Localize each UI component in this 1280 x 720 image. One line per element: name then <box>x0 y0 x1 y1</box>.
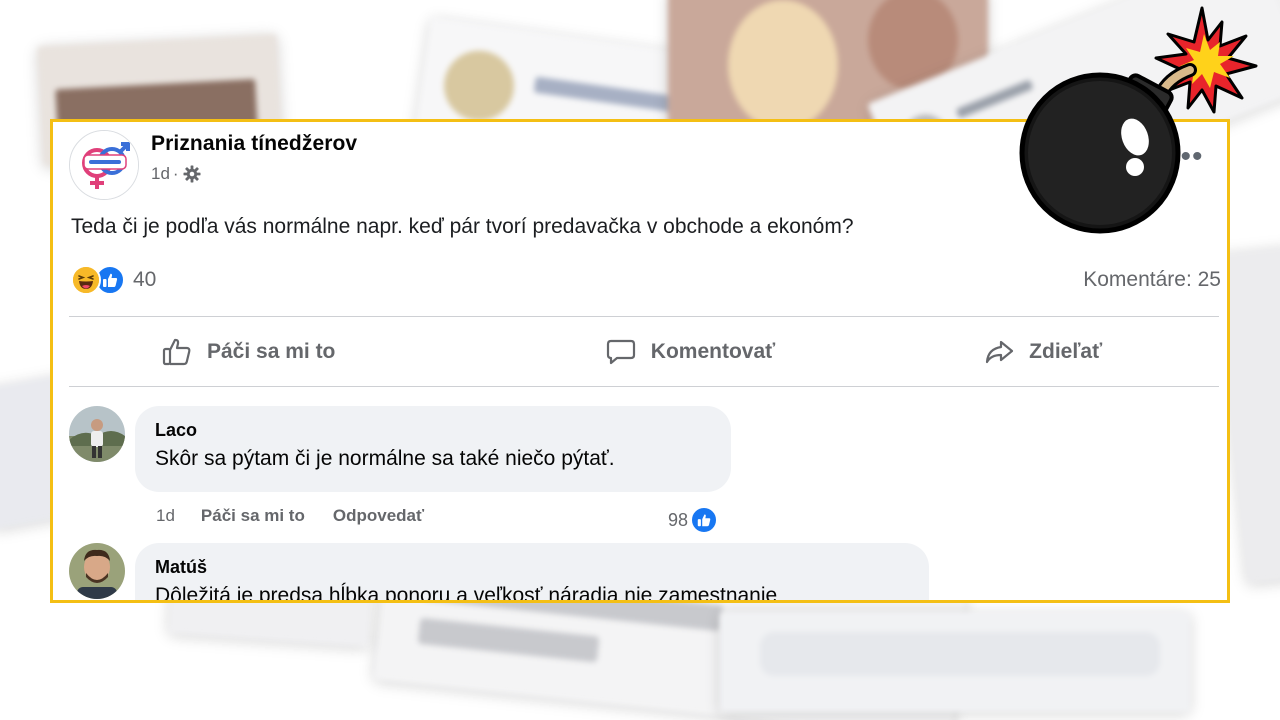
post-header: Priznania tínedžerov 1d · <box>69 130 357 200</box>
post-time[interactable]: 1d <box>151 164 170 184</box>
comment-time[interactable]: 1d <box>156 506 175 526</box>
avatar[interactable] <box>69 543 125 599</box>
comment-button[interactable]: Komentovať <box>514 322 867 382</box>
bomb-icon <box>1010 0 1270 240</box>
comment-like-button[interactable]: Páči sa mi to <box>201 506 305 526</box>
comments-count[interactable]: Komentáre: 25 <box>1083 268 1221 292</box>
comment-bubble: Laco Skôr sa pýtam či je normálne sa tak… <box>135 406 731 492</box>
comment-actions: 1d Páči sa mi to Odpovedať 98 <box>156 506 736 534</box>
page-avatar[interactable] <box>69 130 139 200</box>
comment-text: Skôr sa pýtam či je normálne sa také nie… <box>155 447 615 470</box>
speech-bubble-icon <box>605 336 637 368</box>
comment-reactions[interactable]: 98 <box>668 506 719 534</box>
post-actions: Páči sa mi to Komentovať Zdieľať <box>69 322 1219 382</box>
comment-button-label: Komentovať <box>650 340 776 363</box>
meta-separator: · <box>172 164 179 183</box>
like-button-label: Páči sa mi to <box>207 340 336 363</box>
gear-icon <box>182 164 202 184</box>
post-meta: 1d · <box>151 164 357 184</box>
divider <box>69 316 1219 317</box>
avatar[interactable] <box>69 406 125 462</box>
like-button[interactable]: Páči sa mi to <box>69 322 514 382</box>
share-button[interactable]: Zdieľať <box>866 322 1219 382</box>
comment-author[interactable]: Matúš <box>155 557 909 578</box>
blurred-card <box>720 612 1190 712</box>
comment-likes-count: 98 <box>668 509 689 530</box>
reactions-count: 40 <box>133 268 157 291</box>
page-name[interactable]: Priznania tínedžerov <box>151 132 357 156</box>
comment-bubble: Matúš Dôležitá je predsa hĺbka ponoru a … <box>135 543 929 603</box>
share-button-label: Zdieľať <box>1029 340 1103 363</box>
comment: Matúš Dôležitá je predsa hĺbka ponoru a … <box>69 543 929 603</box>
thumbs-up-icon <box>161 336 193 368</box>
reactions-left[interactable]: 40 <box>71 265 156 295</box>
comment-author[interactable]: Laco <box>155 420 711 441</box>
share-arrow-icon <box>983 336 1015 368</box>
divider <box>69 386 1219 387</box>
haha-reaction-icon <box>71 265 101 295</box>
comment-reply-button[interactable]: Odpovedať <box>333 506 424 526</box>
comment: Laco Skôr sa pýtam či je normálne sa tak… <box>69 406 731 492</box>
post-text: Teda či je podľa vás normálne napr. keď … <box>71 215 854 238</box>
reactions-summary: 40 Komentáre: 25 <box>71 262 1221 298</box>
comment-text: Dôležitá je predsa hĺbka ponoru a veľkos… <box>155 584 778 603</box>
like-reaction-icon <box>690 506 719 534</box>
